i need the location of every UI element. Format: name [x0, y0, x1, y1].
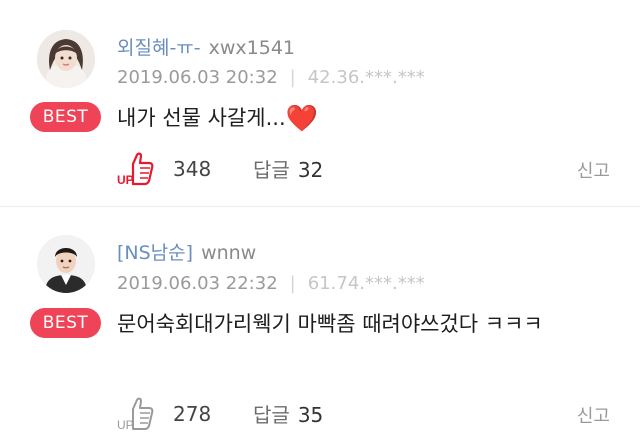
report-button[interactable]: 신고	[577, 402, 610, 428]
comment-body: 내가 선물 사갈게...	[117, 106, 286, 130]
reply-label: 답글	[253, 403, 290, 427]
author-row: 외질혜-ㅠ-xwx1541	[117, 33, 295, 60]
comment-meta: 2019.06.03 22:32 | 61.74.***.***	[117, 273, 425, 294]
author-nickname[interactable]: 외질혜-ㅠ-	[117, 37, 201, 59]
meta-separator: |	[289, 67, 296, 88]
reply-count: 32	[297, 158, 324, 182]
reply-button[interactable]: 답글 32	[253, 154, 323, 183]
user-avatar[interactable]	[37, 30, 95, 88]
thumbs-up-icon: UP	[117, 152, 154, 187]
upvote-count: 278	[173, 402, 212, 426]
best-badge: BEST	[30, 102, 101, 132]
comment-meta: 2019.06.03 20:32 | 42.36.***.***	[117, 67, 425, 88]
user-avatar[interactable]	[37, 235, 95, 293]
meta-separator: |	[289, 273, 296, 294]
comment-item: 외질혜-ㅠ-xwx1541 2019.06.03 20:32 | 42.36.***…	[0, 0, 640, 206]
user-avatar-female-icon	[37, 30, 95, 88]
comment-text: 내가 선물 사갈게...❤️	[117, 101, 617, 136]
upvote-button[interactable]: UP	[116, 395, 156, 433]
heart-emoji-icon: ❤️	[285, 104, 318, 134]
author-row: [NS남순] wnnw	[117, 238, 256, 265]
comment-actions: UP 278 답글 35 신고	[0, 393, 640, 433]
upvote-count: 348	[173, 157, 212, 181]
comment-item: [NS남순] wnnw 2019.06.03 22:32 | 61.74.***.**…	[0, 207, 640, 447]
comment-ip: 61.74.***.***	[307, 273, 425, 294]
user-avatar-male-icon	[37, 235, 95, 293]
best-badge: BEST	[30, 308, 101, 338]
upvote-button[interactable]: UP	[116, 150, 156, 188]
comment-datetime: 2019.06.03 22:32	[117, 273, 278, 294]
reply-label: 답글	[253, 158, 290, 182]
reply-button[interactable]: 답글 35	[253, 399, 323, 428]
report-button[interactable]: 신고	[577, 157, 610, 183]
thumbs-up-icon: UP	[117, 397, 154, 432]
comment-actions: UP 348 답글 32 신고	[0, 148, 640, 188]
comment-body: 문어숙회대가리웩기 마빡좀 때려야쓰겄다 ㅋㅋㅋ	[117, 312, 543, 336]
author-nickname[interactable]: [NS남순]	[117, 242, 193, 264]
author-id: wnnw	[201, 242, 257, 264]
author-id: xwx1541	[208, 37, 296, 59]
svg-text:UP: UP	[117, 173, 134, 187]
comment-text: 문어숙회대가리웩기 마빡좀 때려야쓰겄다 ㅋㅋㅋ	[117, 307, 617, 341]
comment-ip: 42.36.***.***	[307, 67, 425, 88]
reply-count: 35	[297, 403, 324, 427]
svg-text:UP: UP	[117, 418, 134, 432]
comment-datetime: 2019.06.03 20:32	[117, 67, 278, 88]
